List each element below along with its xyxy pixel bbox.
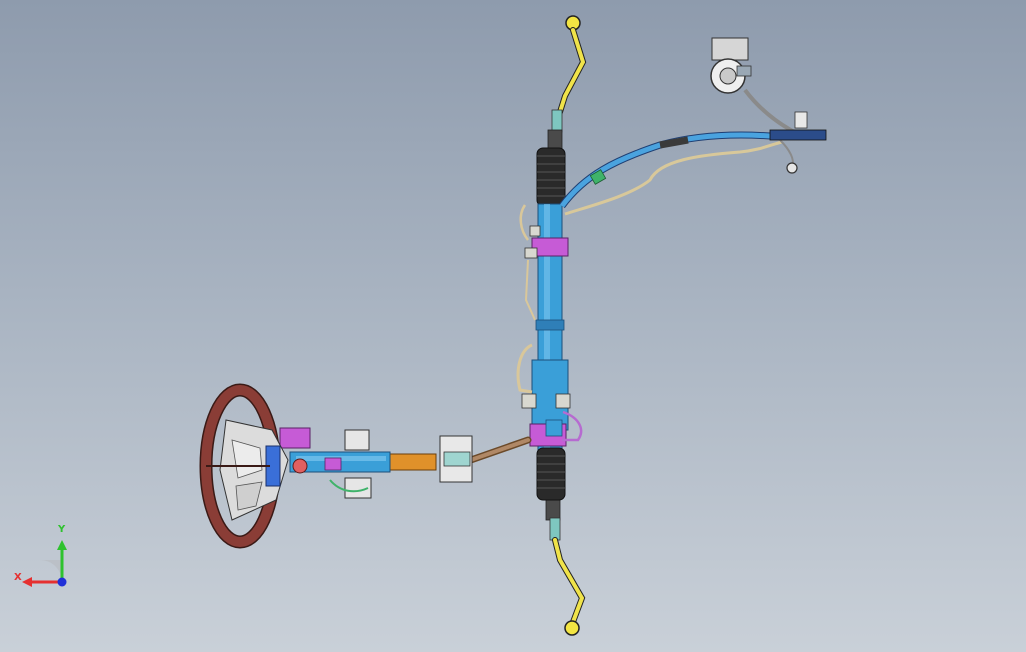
cad-model-scene[interactable] bbox=[0, 0, 1026, 652]
steering-rack-icon[interactable] bbox=[516, 147, 583, 501]
steering-wheel-icon[interactable] bbox=[199, 383, 289, 549]
triad-icon bbox=[22, 540, 67, 587]
return-line-icon[interactable] bbox=[564, 88, 827, 216]
graphics-viewport[interactable]: Y X bbox=[0, 0, 1026, 652]
reservoir-icon[interactable] bbox=[710, 37, 752, 94]
steering-column-icon[interactable] bbox=[279, 427, 391, 499]
lower-tie-rod-icon[interactable] bbox=[545, 499, 586, 636]
x-axis-label: X bbox=[14, 572, 22, 583]
coordinate-triad: Y X bbox=[10, 524, 74, 600]
upper-tie-rod-icon[interactable] bbox=[547, 15, 587, 151]
pressure-hose-icon[interactable] bbox=[559, 131, 771, 209]
y-axis-label: Y bbox=[58, 524, 66, 535]
intermediate-shaft-icon[interactable] bbox=[379, 435, 532, 483]
